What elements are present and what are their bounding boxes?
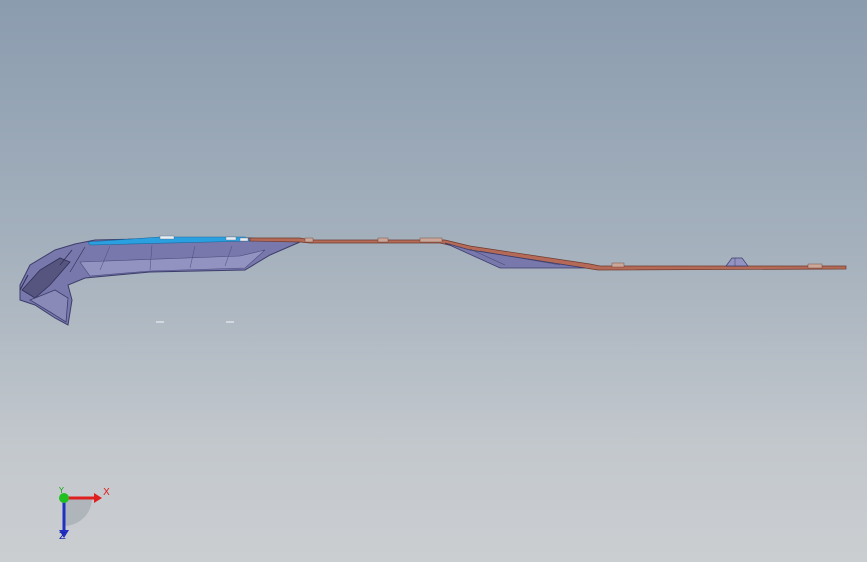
triad-graphic bbox=[59, 493, 102, 538]
y-axis-label: Y bbox=[59, 486, 64, 495]
bracket bbox=[725, 257, 749, 267]
part-model[interactable] bbox=[0, 0, 867, 562]
shell-section bbox=[19, 237, 301, 326]
x-axis-label: X bbox=[103, 487, 110, 498]
orientation-triad[interactable]: X Y Z bbox=[44, 480, 124, 550]
graphics-viewport[interactable]: X Y Z bbox=[0, 0, 867, 562]
z-axis-label: Z bbox=[59, 531, 66, 542]
